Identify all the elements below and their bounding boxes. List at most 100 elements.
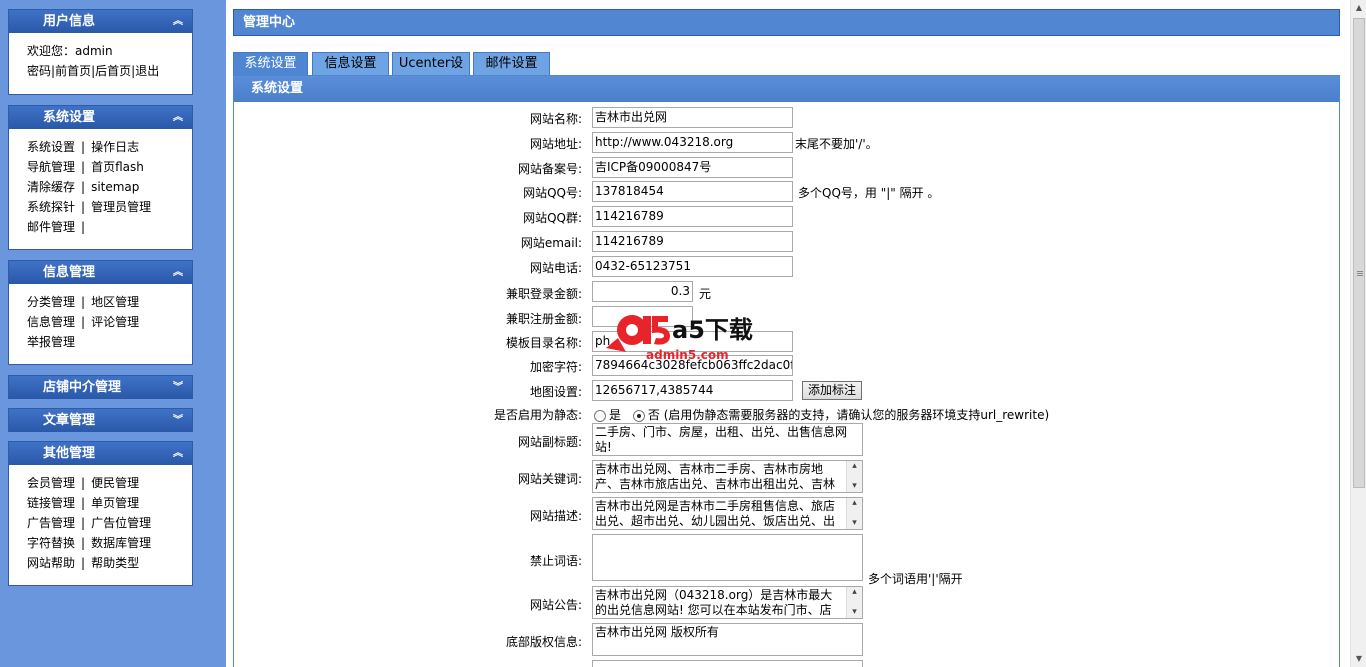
collapse-up-icon[interactable]: ︽: [173, 106, 183, 129]
separator: |: [81, 140, 86, 154]
copyright-textarea[interactable]: 吉林市出兑网 版权所有: [592, 623, 863, 656]
char-replace-link[interactable]: 字符替换: [27, 536, 75, 550]
textarea-scrollbar[interactable]: ▴ ▾: [846, 461, 862, 492]
field-label: 网站QQ号:: [523, 186, 582, 200]
a5-logo: a5下载 admin5.com: [606, 308, 766, 364]
field-label: 是否启用为静态:: [493, 408, 582, 422]
field-label: 模板目录名称:: [505, 336, 582, 350]
site-url-note: 末尾不要加'/'。: [795, 137, 878, 151]
textarea-scrollbar[interactable]: ▴ ▾: [846, 587, 862, 618]
navigation-link[interactable]: 导航管理: [27, 160, 75, 174]
scrollbar-thumb[interactable]: [1353, 18, 1365, 488]
operation-log-link[interactable]: 操作日志: [91, 140, 139, 154]
site-name-input[interactable]: 吉林市出兑网: [592, 107, 793, 128]
link-manage-link[interactable]: 链接管理: [27, 496, 75, 510]
welcome-text: 欢迎您：admin: [27, 44, 113, 58]
category-manage-link[interactable]: 分类管理: [27, 295, 75, 309]
report-manage-link[interactable]: 举报管理: [27, 335, 75, 349]
expand-down-icon[interactable]: ︾: [173, 376, 183, 399]
separator: |: [81, 220, 86, 234]
panel-system-settings: 系统设置 ︽ 系统设置 | 操作日志 导航管理 | 首页flash 清除缓存 | sitem…: [8, 105, 193, 250]
add-marker-button[interactable]: 添加标注: [802, 381, 863, 400]
admin-home-link[interactable]: 后首页: [95, 64, 131, 78]
help-type-link[interactable]: 帮助类型: [91, 556, 139, 570]
database-manage-link[interactable]: 数据库管理: [91, 536, 151, 550]
field-label: 网站关键词:: [517, 472, 582, 486]
tab-system-settings[interactable]: 系统设置: [233, 52, 308, 75]
notice-textarea[interactable]: 吉林市出兑网（043218.org）是吉林市最大的出兑信息网站! 您可以在本站发…: [592, 586, 863, 619]
mail-manage-link[interactable]: 邮件管理: [27, 220, 75, 234]
panel-info-manage: 信息管理 ︽ 分类管理 | 地区管理 信息管理 | 评论管理 举报管理: [8, 260, 193, 365]
info-manage-link[interactable]: 信息管理: [27, 315, 75, 329]
left-sidebar: 用户信息 ︽ 欢迎您：admin 密码 | 前首页 | 后首页 | 退出 系统设置 ︽ 系统…: [0, 0, 226, 667]
separator: |: [81, 200, 86, 214]
tab-mail-settings[interactable]: 邮件设置: [473, 52, 550, 75]
static-no-radio[interactable]: [632, 409, 645, 422]
clear-cache-link[interactable]: 清除缓存: [27, 180, 75, 194]
separator: |: [81, 315, 86, 329]
tab-info-settings[interactable]: 信息设置: [312, 52, 389, 75]
main-content: 管理中心 系统设置 信息设置 Ucenter设置 邮件设置 系统设置 网站名称:…: [226, 0, 1350, 667]
field-label: 网站地址:: [529, 137, 582, 151]
qq-group-input[interactable]: 114216789: [592, 206, 793, 227]
region-manage-link[interactable]: 地区管理: [91, 295, 139, 309]
email-input[interactable]: 114216789: [592, 231, 793, 252]
field-label: 网站QQ群:: [523, 211, 582, 225]
next-textarea[interactable]: [592, 660, 863, 667]
icp-input[interactable]: 吉ICP备09000847号: [592, 157, 793, 178]
separator: |: [81, 556, 86, 570]
a5-logo-icon: a5下载 admin5.com: [606, 315, 753, 362]
panel-title: 用户信息: [43, 14, 96, 29]
home-flash-link[interactable]: 首页flash: [91, 160, 144, 174]
panel-header-user-info[interactable]: 用户信息 ︽: [9, 10, 192, 33]
subtitle-textarea[interactable]: 二手房、门市、房屋，出租、出兑、出售信息网站!: [592, 423, 863, 456]
site-url-input[interactable]: http://www.043218.org: [592, 132, 793, 153]
ad-manage-link[interactable]: 广告管理: [27, 516, 75, 530]
keywords-textarea[interactable]: 吉林市出兑网、吉林市二手房、吉林市房地产、吉林市旅店出兑、吉林市出租出兑、吉林 …: [592, 460, 863, 493]
separator: |: [81, 295, 86, 309]
panel-header-shop-manage[interactable]: 店铺中介管理 ︾: [9, 376, 192, 399]
panel-header-article-manage[interactable]: 文章管理 ︾: [9, 409, 192, 432]
tab-ucenter-settings[interactable]: Ucenter设置: [392, 52, 470, 93]
field-label: 兼职登录金额:: [505, 287, 582, 301]
page-manage-link[interactable]: 单页管理: [91, 496, 139, 510]
password-link[interactable]: 密码: [27, 64, 51, 78]
site-help-link[interactable]: 网站帮助: [27, 556, 75, 570]
admin-manage-link[interactable]: 管理员管理: [91, 200, 151, 214]
login-amount-input[interactable]: 0.3: [592, 281, 693, 302]
ad-slot-manage-link[interactable]: 广告位管理: [91, 516, 151, 530]
field-label: 网站名称:: [529, 112, 582, 126]
panel-other-manage: 其他管理 ︽ 会员管理 | 便民管理 链接管理 | 单页管理 广告管理 | 广告位管理 字符…: [8, 441, 193, 586]
page-scrollbar[interactable]: ▲ ▼: [1350, 0, 1366, 667]
front-home-link[interactable]: 前首页: [55, 64, 91, 78]
panel-header-info-manage[interactable]: 信息管理 ︽: [9, 261, 192, 284]
scroll-up-arrow-icon[interactable]: ▲: [1351, 0, 1366, 16]
collapse-up-icon[interactable]: ︽: [173, 442, 183, 465]
qq-input[interactable]: 137818454: [592, 181, 793, 202]
field-label: 网站电话:: [529, 261, 582, 275]
static-yes-radio[interactable]: [594, 409, 606, 422]
textarea-scrollbar[interactable]: ▴ ▾: [846, 498, 862, 529]
collapse-up-icon[interactable]: ︽: [173, 261, 183, 284]
sitemap-link[interactable]: sitemap: [91, 180, 139, 194]
map-coords-input[interactable]: 12656717,4385744: [592, 380, 793, 401]
panel-header-other-manage[interactable]: 其他管理 ︽: [9, 442, 192, 465]
panel-shop-manage: 店铺中介管理 ︾: [8, 375, 193, 399]
system-settings-link[interactable]: 系统设置: [27, 140, 75, 154]
collapse-up-icon[interactable]: ︽: [173, 10, 183, 33]
scroll-down-arrow-icon[interactable]: ▼: [1351, 651, 1366, 667]
panel-title: 文章管理: [43, 413, 96, 428]
expand-down-icon[interactable]: ︾: [173, 409, 183, 432]
panel-title: 系统设置: [43, 110, 96, 125]
panel-header-system-settings[interactable]: 系统设置 ︽: [9, 106, 192, 129]
system-probe-link[interactable]: 系统探针: [27, 200, 75, 214]
logout-link[interactable]: 退出: [135, 64, 159, 78]
separator: |: [81, 516, 86, 530]
banned-words-textarea[interactable]: [592, 534, 863, 581]
phone-input[interactable]: 0432-65123751: [592, 256, 793, 277]
comment-manage-link[interactable]: 评论管理: [91, 315, 139, 329]
convenience-manage-link[interactable]: 便民管理: [91, 476, 139, 490]
panel-title: 信息管理: [43, 265, 96, 280]
member-manage-link[interactable]: 会员管理: [27, 476, 75, 490]
description-textarea[interactable]: 吉林市出兑网是吉林市二手房租售信息、旅店出兑、超市出兑、幼儿园出兑、饭店出兑、出…: [592, 497, 863, 530]
